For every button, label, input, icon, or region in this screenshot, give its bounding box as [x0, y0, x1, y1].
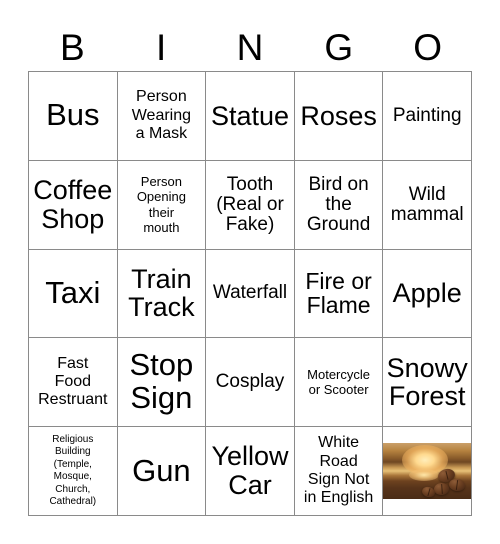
- bingo-cell-label: Religious Building (Temple, Mosque, Chur…: [49, 433, 97, 508]
- bingo-cell[interactable]: Statue: [206, 72, 295, 161]
- bingo-header-letter-i: I: [156, 27, 167, 68]
- bingo-cell-label: Gun: [132, 452, 191, 488]
- bingo-cell[interactable]: Bus: [29, 72, 118, 161]
- bingo-cell[interactable]: Wild mammal: [383, 160, 472, 250]
- bingo-cell[interactable]: Apple: [383, 249, 472, 339]
- bingo-cell[interactable]: Motercycle or Scooter: [294, 338, 384, 428]
- bingo-card: B I N G O Bus Person Wearing a Mask Stat…: [0, 0, 500, 544]
- bingo-cell-label: Apple: [392, 278, 462, 309]
- bingo-header: B I N G O: [28, 24, 472, 71]
- bingo-cell[interactable]: Train Track: [117, 249, 207, 339]
- coffee-beans-sunset-photo: [383, 427, 471, 515]
- bingo-cell-label: Painting: [392, 104, 462, 126]
- bingo-cell[interactable]: Taxi: [29, 249, 118, 339]
- bingo-header-letter-b: B: [60, 27, 85, 68]
- coffee-bean-icon: [433, 482, 450, 496]
- bingo-cell-label: Tooth (Real or Fake): [216, 173, 284, 235]
- bingo-cell[interactable]: Coffee Shop: [29, 160, 118, 250]
- bingo-cell-label: White Road Sign Not in English: [303, 434, 374, 507]
- bingo-cell-label: Waterfall: [212, 282, 288, 304]
- bingo-header-letter-g: G: [324, 27, 354, 68]
- bingo-cell-label: Wild mammal: [390, 183, 464, 225]
- bingo-cell-label: Taxi: [45, 275, 101, 311]
- bingo-cell-label: Stop Sign: [129, 347, 194, 416]
- bingo-cell[interactable]: Roses: [294, 72, 384, 161]
- bingo-cell-label: Snowy Forest: [386, 352, 468, 412]
- bingo-cell[interactable]: [383, 427, 472, 516]
- bingo-cell[interactable]: Yellow Car: [206, 427, 295, 516]
- bingo-cell-label: Bird on the Ground: [306, 173, 371, 235]
- bingo-cell[interactable]: Person Wearing a Mask: [117, 72, 207, 161]
- bingo-cell[interactable]: White Road Sign Not in English: [294, 427, 384, 516]
- coffee-bean-icon: [448, 478, 466, 493]
- photo-scene: [383, 443, 471, 500]
- bingo-cell[interactable]: Religious Building (Temple, Mosque, Chur…: [29, 427, 118, 516]
- bingo-cell-label: Person Opening their mouth: [136, 173, 186, 236]
- bingo-cell[interactable]: Painting: [383, 72, 472, 161]
- bingo-cell-label: Yellow Car: [211, 441, 289, 501]
- bingo-cell[interactable]: Cosplay: [206, 338, 295, 428]
- bingo-grid: Bus Person Wearing a Mask Statue Roses P…: [28, 71, 472, 516]
- bingo-cell[interactable]: Stop Sign: [117, 338, 207, 428]
- bingo-cell[interactable]: Gun: [117, 427, 207, 516]
- bingo-header-letter-o: O: [413, 27, 442, 68]
- bingo-cell-label: Train Track: [128, 263, 195, 323]
- bingo-cell[interactable]: Waterfall: [206, 249, 295, 339]
- bingo-cell-label: Coffee Shop: [33, 175, 113, 234]
- bingo-cell-label: Cosplay: [215, 371, 285, 393]
- bingo-header-letter-n: N: [236, 27, 264, 68]
- bingo-cell[interactable]: Fast Food Restruant: [29, 338, 118, 428]
- bingo-cell[interactable]: Tooth (Real or Fake): [206, 160, 295, 250]
- sun-reflection: [408, 468, 439, 481]
- bingo-cell-label: Statue: [210, 100, 290, 131]
- bingo-cell[interactable]: Bird on the Ground: [294, 160, 384, 250]
- bingo-cell[interactable]: Person Opening their mouth: [117, 160, 207, 250]
- bingo-cell-label: Roses: [300, 100, 377, 131]
- bingo-cell-label: Fast Food Restruant: [38, 354, 108, 409]
- bingo-cell[interactable]: Snowy Forest: [383, 338, 472, 428]
- bingo-cell-label: Bus: [46, 97, 100, 133]
- bingo-cell-label: Motercycle or Scooter: [307, 366, 371, 398]
- bingo-cell-label: Person Wearing a Mask: [131, 88, 192, 143]
- bingo-cell-label: Fire or Flame: [305, 268, 372, 319]
- bingo-cell[interactable]: Fire or Flame: [294, 249, 384, 339]
